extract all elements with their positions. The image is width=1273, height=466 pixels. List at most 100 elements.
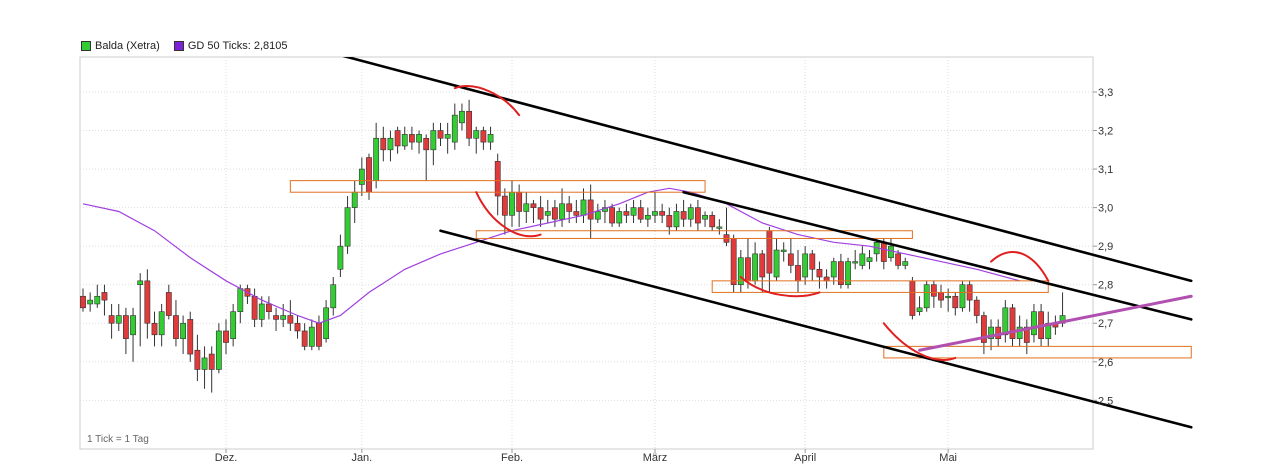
- candle-body: [137, 280, 144, 286]
- candle-body: [394, 130, 401, 147]
- candle-body: [473, 130, 480, 139]
- candle-body: [358, 168, 365, 185]
- y-tick-label: 3,2: [1098, 126, 1113, 138]
- candle-body: [194, 349, 201, 370]
- candle-body: [923, 284, 930, 309]
- candle-body: [487, 134, 494, 143]
- candle-body: [587, 199, 594, 220]
- y-tick-label: 2,9: [1098, 241, 1113, 253]
- candle-body: [680, 211, 687, 220]
- candle-body: [215, 330, 222, 370]
- candle-body: [709, 215, 716, 228]
- candle-body: [366, 157, 372, 193]
- candle-body: [323, 307, 329, 339]
- x-tick-label: März: [643, 452, 667, 464]
- candle-body: [573, 211, 580, 216]
- candle-body: [852, 261, 859, 264]
- candle-body: [380, 137, 387, 151]
- candle-body: [537, 207, 544, 220]
- candle-body: [795, 265, 801, 282]
- candle-body: [273, 315, 279, 320]
- candle-body: [316, 322, 322, 347]
- candle-body: [880, 242, 887, 262]
- x-tick-label: Feb.: [501, 452, 523, 464]
- candle-body: [559, 203, 565, 220]
- candle-body: [287, 315, 294, 324]
- candle-body: [351, 191, 358, 208]
- candle-body: [644, 215, 651, 220]
- candle-body: [494, 161, 501, 197]
- candle-body: [308, 326, 315, 347]
- candle-body: [344, 207, 351, 247]
- candle-body: [165, 292, 172, 316]
- candle-body: [1009, 307, 1016, 339]
- candle-body: [501, 195, 508, 216]
- candle-body: [201, 357, 208, 370]
- candle-body: [973, 299, 980, 316]
- price-chart: 3,3 3,2 3,1 3,0 2,9 2,8 2,7 2,6 2,5 Dez. Jan. Feb.…: [79, 56, 1193, 464]
- candle-body: [745, 257, 751, 282]
- candle-body: [952, 295, 959, 309]
- candle-body: [580, 199, 587, 216]
- candle-body: [866, 257, 873, 262]
- candle-body: [258, 303, 265, 320]
- candle-body: [459, 110, 465, 124]
- candle-body: [630, 207, 637, 216]
- candle-body: [759, 253, 766, 278]
- candle-body: [938, 292, 944, 301]
- candle: [730, 234, 737, 293]
- candle-body: [130, 315, 136, 336]
- candle-body: [716, 226, 723, 229]
- candle-body: [451, 114, 458, 143]
- footer-note: 1 Tick = 1 Tag: [87, 434, 149, 445]
- y-tick-label: 2,8: [1098, 280, 1113, 292]
- candle-body: [544, 211, 551, 216]
- candle-body: [523, 203, 530, 212]
- candle-body: [859, 253, 866, 266]
- candle: [959, 280, 966, 312]
- candle-body: [337, 245, 344, 270]
- candle-body: [80, 295, 86, 309]
- candle-body: [694, 207, 701, 224]
- candle-body: [373, 137, 380, 181]
- candle-body: [187, 319, 194, 355]
- candle-body: [301, 330, 308, 347]
- candle-body: [123, 315, 129, 339]
- candle-body: [108, 315, 115, 324]
- candle-body: [916, 307, 923, 312]
- candle-body: [416, 134, 422, 143]
- candle-body: [752, 253, 758, 282]
- x-tick-label: Jan.: [351, 452, 372, 464]
- candle-body: [87, 299, 94, 305]
- candle-body: [101, 292, 108, 301]
- candle-body: [673, 211, 680, 228]
- candle-body: [895, 253, 901, 266]
- candle-body: [509, 191, 515, 216]
- candle-body: [180, 322, 186, 339]
- candle: [909, 276, 916, 320]
- candle-body: [623, 211, 630, 216]
- candle-body: [888, 245, 894, 259]
- y-tick-label: 3,3: [1098, 87, 1113, 99]
- candle: [923, 280, 930, 312]
- x-axis: Dez. Jan. Feb. März April Mai: [215, 449, 957, 464]
- candle-body: [780, 249, 787, 252]
- x-tick-label: April: [794, 452, 816, 464]
- candle-body: [430, 130, 437, 151]
- candle-body: [294, 322, 301, 332]
- candle-body: [401, 134, 408, 147]
- candle-body: [237, 288, 244, 312]
- candle-body: [330, 284, 337, 309]
- candle-body: [566, 203, 573, 212]
- candle-body: [616, 211, 623, 224]
- candle-body: [444, 134, 451, 139]
- y-tick-label: 3,1: [1098, 164, 1113, 176]
- y-tick-label: 2,7: [1098, 318, 1113, 330]
- candle-body: [830, 261, 837, 278]
- candle-body: [823, 276, 830, 282]
- y-tick-label: 3,0: [1098, 203, 1113, 215]
- candle-body: [158, 311, 165, 336]
- candle-body: [437, 130, 444, 139]
- y-tick-label: 2,5: [1098, 395, 1113, 407]
- candle-body: [609, 207, 615, 224]
